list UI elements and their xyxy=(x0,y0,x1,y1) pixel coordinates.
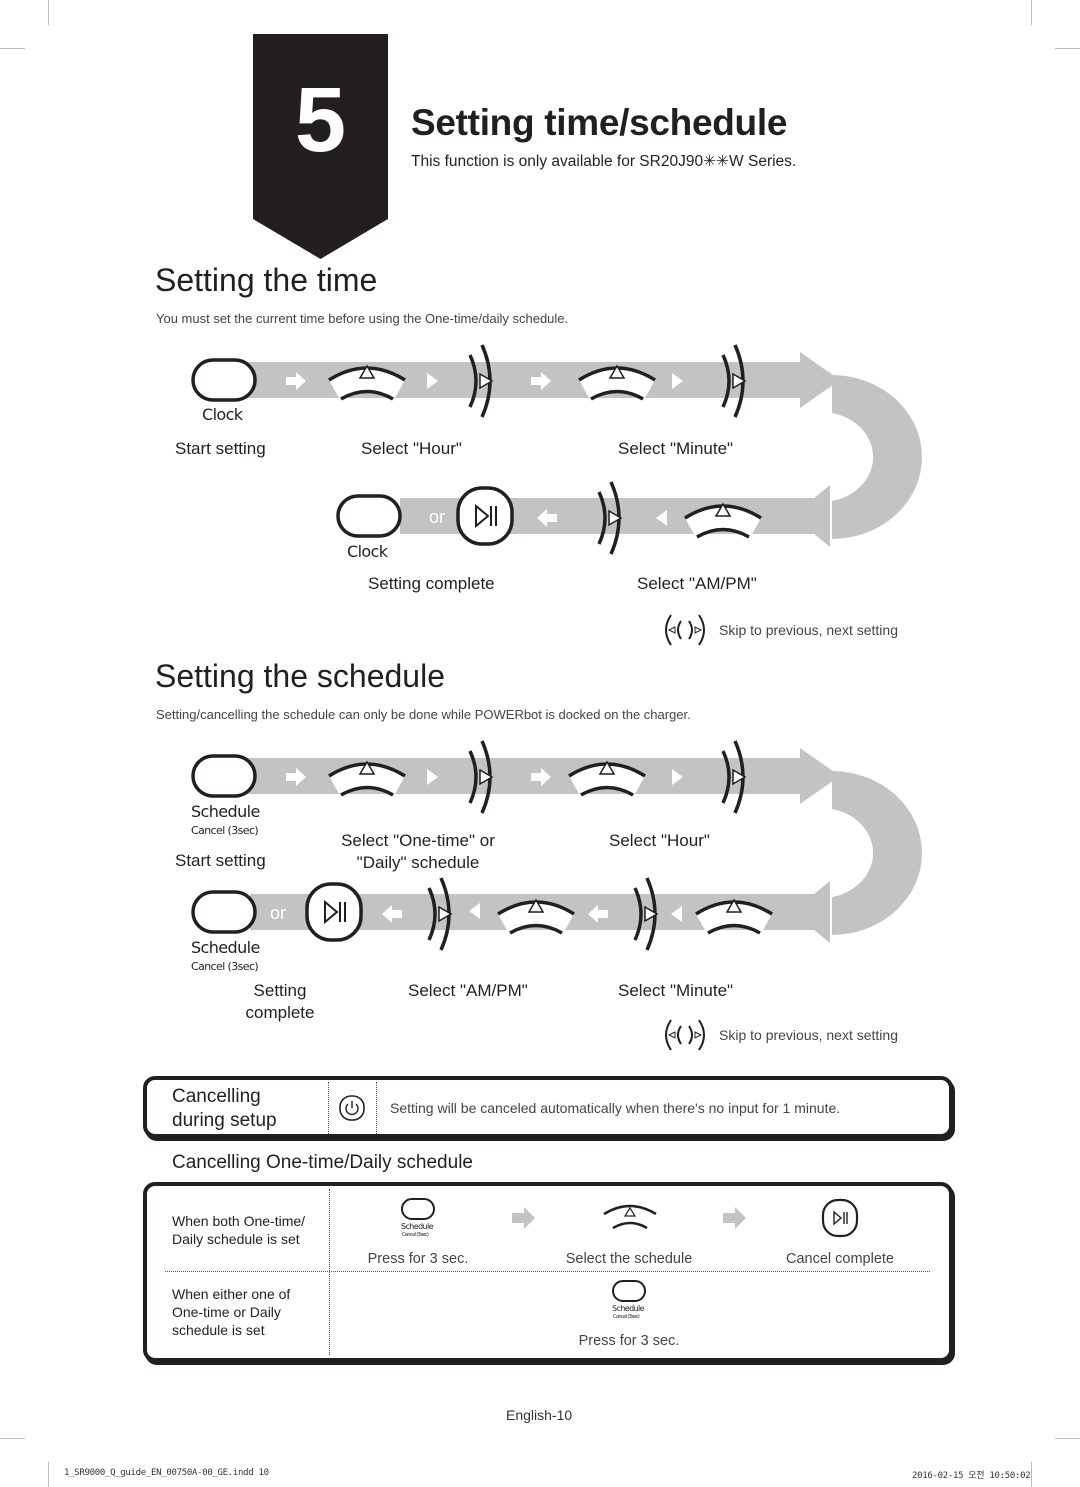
step-select-minute: Select "Minute" xyxy=(618,981,734,1000)
flow-arrowhead xyxy=(792,485,830,547)
clock-button[interactable] xyxy=(336,494,402,538)
crop-mark xyxy=(0,48,25,49)
page-title: Setting time/schedule xyxy=(411,102,788,143)
schedule-subcaption: Cancel (3sec) xyxy=(191,824,259,837)
skip-legend: Skip to previous, next setting xyxy=(719,622,898,638)
row2-step1-caption: Press for 3 sec. xyxy=(578,1333,680,1349)
schedule-subcaption: Cancel (3sec) xyxy=(191,960,259,973)
schedule-button[interactable] xyxy=(191,754,257,798)
step-setting-complete-line2: complete xyxy=(245,1003,315,1022)
step-select-type-line1: Select "One-time" or xyxy=(341,831,495,850)
schedule-caption: Schedule xyxy=(191,802,260,821)
skip-icon xyxy=(665,1019,705,1051)
clock-caption: Clock xyxy=(202,405,243,424)
step-select-ampm: Select "AM/PM" xyxy=(637,574,757,593)
flow-band xyxy=(220,362,810,398)
schedule-button[interactable] xyxy=(191,890,257,934)
cancel-schedule-heading: Cancelling One-time/Daily schedule xyxy=(172,1152,473,1173)
cancel-setup-text: Setting will be canceled automatically w… xyxy=(390,1100,841,1116)
cancel-schedule-icons xyxy=(401,1198,859,1302)
arrow-right-icon xyxy=(723,1207,746,1229)
play-pause-button[interactable] xyxy=(456,486,514,546)
step-select-minute: Select "Minute" xyxy=(618,439,734,458)
divider xyxy=(328,1082,329,1134)
step-select-ampm: Select "AM/PM" xyxy=(408,981,528,1000)
step-select-type-line2: "Daily" schedule xyxy=(356,853,480,872)
time-flow-diagram xyxy=(191,343,922,646)
play-pause-button[interactable] xyxy=(305,882,363,942)
crop-mark xyxy=(1055,1438,1080,1439)
row1-step1-caption: Press for 3 sec. xyxy=(367,1251,469,1267)
skip-legend: Skip to previous, next setting xyxy=(719,1027,898,1043)
or-label: or xyxy=(429,507,446,527)
schedule-flow-diagram xyxy=(191,739,922,1051)
section-heading-time: Setting the time xyxy=(155,262,378,298)
cancel-setup-title-line1: Cancelling xyxy=(172,1086,261,1107)
row1-step3-caption: Cancel complete xyxy=(786,1251,894,1267)
print-timestamp: 2016-02-15 오전 10:50:02 xyxy=(912,1471,1031,1481)
mini-schedule-subcaption: Cancel (3sec) xyxy=(613,1314,640,1320)
step-start-setting: Start setting xyxy=(175,439,266,458)
skip-icon xyxy=(665,614,705,646)
crop-mark xyxy=(1031,0,1032,25)
flow-uturn xyxy=(832,375,922,539)
mini-schedule-caption: Schedule xyxy=(612,1304,645,1313)
crop-mark xyxy=(48,1462,49,1487)
mini-schedule-subcaption: Cancel (3sec) xyxy=(402,1232,429,1238)
flow-arrowhead xyxy=(792,881,830,943)
step-select-hour: Select "Hour" xyxy=(609,831,710,850)
divider xyxy=(376,1082,377,1134)
or-label: or xyxy=(270,903,287,923)
schedule-button-icon xyxy=(612,1280,646,1302)
power-icon xyxy=(339,1095,365,1121)
crop-mark xyxy=(1031,1462,1032,1487)
flow-uturn xyxy=(832,771,922,935)
mini-schedule-caption: Schedule xyxy=(401,1222,434,1231)
time-note: You must set the current time before usi… xyxy=(156,311,569,326)
clock-button[interactable] xyxy=(191,358,257,402)
arrow-right-icon xyxy=(512,1207,535,1229)
up-button-icon xyxy=(603,1204,657,1230)
schedule-note: Setting/cancelling the schedule can only… xyxy=(156,707,691,722)
crop-mark xyxy=(48,0,49,25)
schedule-button-icon xyxy=(401,1198,435,1220)
step-select-hour: Select "Hour" xyxy=(361,439,462,458)
crop-mark xyxy=(1055,48,1080,49)
chapter-number: 5 xyxy=(294,69,347,171)
page-subtitle: This function is only available for SR20… xyxy=(411,153,797,170)
file-slug: 1_SR9000_Q_guide_EN_00750A-00_GE.indd 10 xyxy=(64,1468,269,1478)
clock-caption: Clock xyxy=(347,542,388,561)
schedule-caption: Schedule xyxy=(191,938,260,957)
step-setting-complete: Setting complete xyxy=(368,574,495,593)
step-setting-complete-line1: Setting xyxy=(253,981,307,1000)
flow-band xyxy=(220,758,810,794)
crop-mark xyxy=(0,1438,25,1439)
row1-step2-caption: Select the schedule xyxy=(565,1251,693,1267)
step-start-setting: Start setting xyxy=(175,851,266,870)
cancel-setup-title-line2: during setup xyxy=(172,1110,277,1131)
page-number: English-10 xyxy=(506,1407,573,1423)
play-pause-icon xyxy=(821,1198,859,1238)
section-heading-schedule: Setting the schedule xyxy=(155,658,445,694)
